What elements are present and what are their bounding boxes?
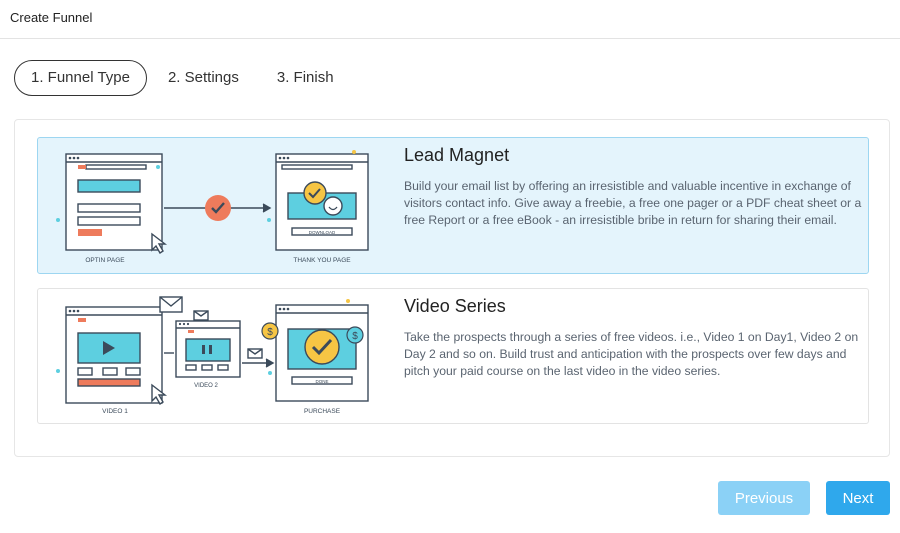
purchase-caption: PURCHASE: [304, 408, 341, 415]
video-1-caption: VIDEO 1: [102, 408, 128, 415]
lead-magnet-title: Lead Magnet: [404, 145, 510, 165]
video-series-description: Take the prospects through a series of f…: [404, 330, 859, 378]
previous-button[interactable]: Previous: [718, 481, 810, 515]
download-button-caption: DOWNLOAD: [309, 230, 336, 235]
done-button-caption: DONE: [315, 379, 328, 384]
lead-magnet-illustration: OPTIN PAGE THANK YOU PAGE DOWNLOAD: [48, 138, 378, 273]
funnel-option-video-series[interactable]: $ $ VIDEO 1 VIDEO 2 PURCHASE DONE Video …: [37, 288, 869, 424]
thank-you-page-caption: THANK YOU PAGE: [293, 257, 351, 264]
dollar-coin-icon: $: [352, 331, 358, 342]
page-title: Create Funnel: [10, 10, 93, 25]
next-button[interactable]: Next: [826, 481, 890, 515]
step-funnel-type[interactable]: 1. Funnel Type: [14, 60, 147, 96]
video-2-caption: VIDEO 2: [194, 383, 218, 389]
funnel-type-panel: OPTIN PAGE THANK YOU PAGE DOWNLOAD Lead …: [14, 119, 890, 457]
video-series-illustration: $ $ VIDEO 1 VIDEO 2 PURCHASE DONE: [48, 289, 378, 423]
step-finish[interactable]: 3. Finish: [260, 60, 351, 96]
video-series-title: Video Series: [404, 296, 506, 316]
step-settings[interactable]: 2. Settings: [151, 60, 256, 96]
lead-magnet-description: Build your email list by offering an irr…: [404, 179, 862, 227]
header: Create Funnel: [0, 0, 900, 39]
dollar-coin-icon: $: [267, 327, 273, 338]
step-tabs: 1. Funnel Type 2. Settings 3. Finish: [14, 60, 355, 96]
funnel-option-lead-magnet[interactable]: OPTIN PAGE THANK YOU PAGE DOWNLOAD Lead …: [37, 137, 869, 274]
optin-page-caption: OPTIN PAGE: [85, 257, 125, 264]
